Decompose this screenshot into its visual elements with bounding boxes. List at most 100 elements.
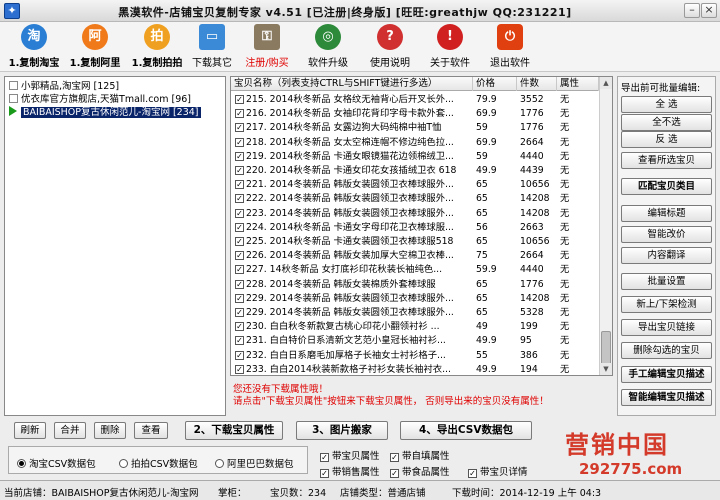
check-icon: ✓ xyxy=(390,469,399,478)
table-row[interactable]: ✓ 232. 白白日系磨毛加厚格子长袖女士衬衫格子... 55 386 无 xyxy=(231,349,599,363)
side-button[interactable]: 智能编辑宝贝描述 xyxy=(621,389,712,406)
cell-qty: 10656 xyxy=(520,179,550,191)
table-row[interactable]: ✓ 215. 2014秋冬新品 女格纹无袖背心后开叉长外... 79.9 3552 无 xyxy=(231,93,599,107)
side-button[interactable]: 内容翻译 xyxy=(621,247,712,264)
side-button[interactable]: 编辑标题 xyxy=(621,205,712,222)
download-other-button[interactable]: ▭ 下载其它 xyxy=(190,24,234,70)
side-button[interactable]: 手工编辑宝贝描述 xyxy=(621,366,712,383)
delete-button[interactable]: 删除 xyxy=(94,422,126,439)
manual-button[interactable]: ? 使用说明 xyxy=(366,24,414,70)
cell-qty: 1776 xyxy=(520,278,544,290)
cell-price: 49 xyxy=(476,321,488,333)
exit-button[interactable]: ⏻ 退出软件 xyxy=(486,24,534,70)
batch-edit-panel: 导出前可批量编辑: 全 选全不选反 选查看所选宝贝 匹配宝贝类目 编辑标题 智能改价内… xyxy=(617,76,716,416)
cell-qty: 2664 xyxy=(520,250,544,262)
format-alibaba-radio[interactable]: 阿里巴巴数据包 xyxy=(215,456,294,470)
help-icon: ? xyxy=(377,24,403,50)
cell-name: 216. 2014秋冬新品 女袖印花背印字母卡款外套... xyxy=(246,108,454,120)
cell-name: 223. 2014冬装新品 韩版女装圆领卫衣棒球服外... xyxy=(246,207,454,219)
shop-item-selected[interactable]: BAIBAISHOP复古休闲范儿-淘宝网 [234] xyxy=(9,106,201,119)
cell-name: 228. 2014冬装新品 韩版女装棉质外套棒球服 xyxy=(246,278,436,290)
copy-alibaba-button[interactable]: 阿 1.复制阿里 xyxy=(64,24,126,70)
cell-attr: 无 xyxy=(560,292,570,304)
format-group: 淘宝CSV数据包 拍拍CSV数据包 阿里巴巴数据包 xyxy=(8,446,308,474)
table-row[interactable]: ✓ 225. 2014秋冬新品 卡通女装圆领卫衣棒球服518 65 10656 无 xyxy=(231,235,599,249)
with-item-attr-checkbox[interactable]: ✓ 带宝贝属性 xyxy=(320,448,380,462)
refresh-button[interactable]: 刷新 xyxy=(14,422,46,439)
table-row[interactable]: ✓ 218. 2014秋冬新品 女太空棉连帽不修边纯色拉... 69.9 2664 无 xyxy=(231,136,599,150)
column-attr[interactable]: 属性 xyxy=(557,77,599,91)
window-title: 黑漠软件-店铺宝贝复制专家 v4.51 [已注册|终身版] [旺旺:greath… xyxy=(118,6,572,19)
cell-name: 217. 2014秋冬新品 女露边狗大码纯棉中袖T恤 xyxy=(246,122,442,134)
table-row[interactable]: ✓ 224. 2014秋冬新品 卡通女字母印花卫衣棒球服... 56 2663 无 xyxy=(231,221,599,235)
copy-paipai-button[interactable]: 拍 1.复制拍拍 xyxy=(128,24,186,70)
minimize-button[interactable]: – xyxy=(684,3,700,18)
cell-qty: 1776 xyxy=(520,122,544,134)
cell-price: 59 xyxy=(476,122,488,134)
cell-price: 59 xyxy=(476,150,488,162)
status-shop-type: 店铺类型：普通店铺 xyxy=(340,488,426,499)
format-taobao-radio[interactable]: 淘宝CSV数据包 xyxy=(17,456,96,470)
shop-item[interactable]: 小郭精品,淘宝网 [125] xyxy=(9,80,119,93)
cell-price: 56 xyxy=(476,221,488,233)
export-csv-button[interactable]: 4、导出CSV数据包 xyxy=(400,421,532,440)
cell-price: 65 xyxy=(476,207,488,219)
side-button[interactable]: 反 选 xyxy=(621,131,712,148)
download-attributes-button[interactable]: 2、下载宝贝属性 xyxy=(185,421,283,440)
table-row[interactable]: ✓ 228. 2014冬装新品 韩版女装棉质外套棒球服 65 1776 无 xyxy=(231,278,599,292)
table-row[interactable]: ✓ 219. 2014秋冬新品 卡通女眼镜猫花边领棉绒卫... 59 4440 无 xyxy=(231,150,599,164)
cell-qty: 10656 xyxy=(520,236,550,247)
column-qty[interactable]: 件数 xyxy=(517,77,557,91)
table-row[interactable]: ✓ 229. 2014冬装新品 韩版女装圆领卫衣棒球服外... 65 14208 无 xyxy=(231,292,599,306)
table-row[interactable]: ✓ 231. 白白特价日系清新文艺范小皇冠长袖衬衫... 49.9 95 无 xyxy=(231,334,599,348)
table-scrollbar[interactable]: ▲ ▼ xyxy=(599,77,612,375)
register-buy-button[interactable]: ⚿ 注册/购买 xyxy=(242,24,292,70)
side-button[interactable]: 全不选 xyxy=(621,114,712,131)
scroll-up-icon[interactable]: ▲ xyxy=(600,77,612,89)
view-button[interactable]: 查看 xyxy=(134,422,168,439)
table-row[interactable]: ✓ 227. 14秋冬新品 女打底衫印花秋装长袖纯色... 59.9 4440 无 xyxy=(231,263,599,277)
with-custom-attr-checkbox[interactable]: ✓ 带自填属性 xyxy=(390,448,450,462)
table-row[interactable]: ✓ 220. 2014秋冬新品 卡通女印花女孩插绒卫衣 618 49.9 4439 无 xyxy=(231,164,599,178)
paipai-icon: 拍 xyxy=(144,24,170,50)
cell-price: 59.9 xyxy=(476,264,497,276)
side-button[interactable]: 智能改价 xyxy=(621,226,712,243)
column-price[interactable]: 价格 xyxy=(473,77,517,91)
with-sales-attr-checkbox[interactable]: ✓ 带销售属性 xyxy=(320,464,380,478)
table-row[interactable]: ✓ 221. 2014冬装新品 韩版女装圆领卫衣棒球服外... 65 10656 无 xyxy=(231,178,599,192)
table-row[interactable]: ✓ 230. 白白秋冬新款复古桃心印花小翻领衬衫 ... 49 199 无 xyxy=(231,320,599,334)
with-details-checkbox[interactable]: ✓ 带宝贝详情 xyxy=(468,464,528,478)
cell-price: 65 xyxy=(476,179,488,191)
scroll-down-icon[interactable]: ▼ xyxy=(600,363,612,375)
title-bar: ✦ 黑漠软件-店铺宝贝复制专家 v4.51 [已注册|终身版] [旺旺:grea… xyxy=(0,0,720,22)
column-name[interactable]: 宝贝名称（列表支持CTRL与SHIFT键进行多选） xyxy=(231,77,473,91)
side-button[interactable]: 全 选 xyxy=(621,96,712,113)
side-button[interactable]: 删除勾选的宝贝 xyxy=(621,342,712,359)
table-row[interactable]: ✓ 233. 白白2014秋装新款格子衬衫女装长袖衬衣... 49.9 194 无 xyxy=(231,363,599,375)
cell-attr: 无 xyxy=(560,363,570,375)
image-move-button[interactable]: 3、图片搬家 xyxy=(296,421,388,440)
cell-attr: 无 xyxy=(560,221,570,233)
side-button[interactable]: 查看所选宝贝 xyxy=(621,152,712,169)
doc-icon xyxy=(9,81,18,90)
cell-price: 65 xyxy=(476,278,488,290)
table-row[interactable]: ✓ 229. 2014冬装新品 韩版女装圆领卫衣棒球服外... 65 5328 无 xyxy=(231,306,599,320)
table-row[interactable]: ✓ 216. 2014秋冬新品 女袖印花背印字母卡款外套... 69.9 1776 无 xyxy=(231,107,599,121)
upgrade-button[interactable]: ◎ 软件升级 xyxy=(304,24,352,70)
side-button[interactable]: 匹配宝贝类目 xyxy=(621,178,712,195)
close-button[interactable]: × xyxy=(701,3,717,18)
table-row[interactable]: ✓ 223. 2014冬装新品 韩版女装圆领卫衣棒球服外... 65 14208 无 xyxy=(231,207,599,221)
shop-item[interactable]: 优衣库官方旗舰店,天猫Tmall.com [96] xyxy=(9,93,191,106)
with-food-attr-checkbox[interactable]: ✓ 带食品属性 xyxy=(390,464,450,478)
format-paipai-radio[interactable]: 拍拍CSV数据包 xyxy=(119,456,198,470)
about-button[interactable]: ! 关于软件 xyxy=(426,24,474,70)
cell-attr: 无 xyxy=(560,136,570,148)
table-row[interactable]: ✓ 217. 2014秋冬新品 女露边狗大码纯棉中袖T恤 59 1776 无 xyxy=(231,121,599,135)
table-row[interactable]: ✓ 222. 2014冬装新品 韩版女装圆领卫衣棒球服外... 65 14208 无 xyxy=(231,192,599,206)
copy-taobao-button[interactable]: 淘 1.复制淘宝 xyxy=(6,24,62,70)
side-button[interactable]: 批量设置 xyxy=(621,273,712,290)
table-row[interactable]: ✓ 226. 2014冬装新品 韩版女装加厚大空棉卫衣棒... 75 2664 无 xyxy=(231,249,599,263)
merge-button[interactable]: 合并 xyxy=(54,422,86,439)
side-button[interactable]: 导出宝贝链接 xyxy=(621,319,712,336)
side-button[interactable]: 新上/下架检测 xyxy=(621,296,712,313)
